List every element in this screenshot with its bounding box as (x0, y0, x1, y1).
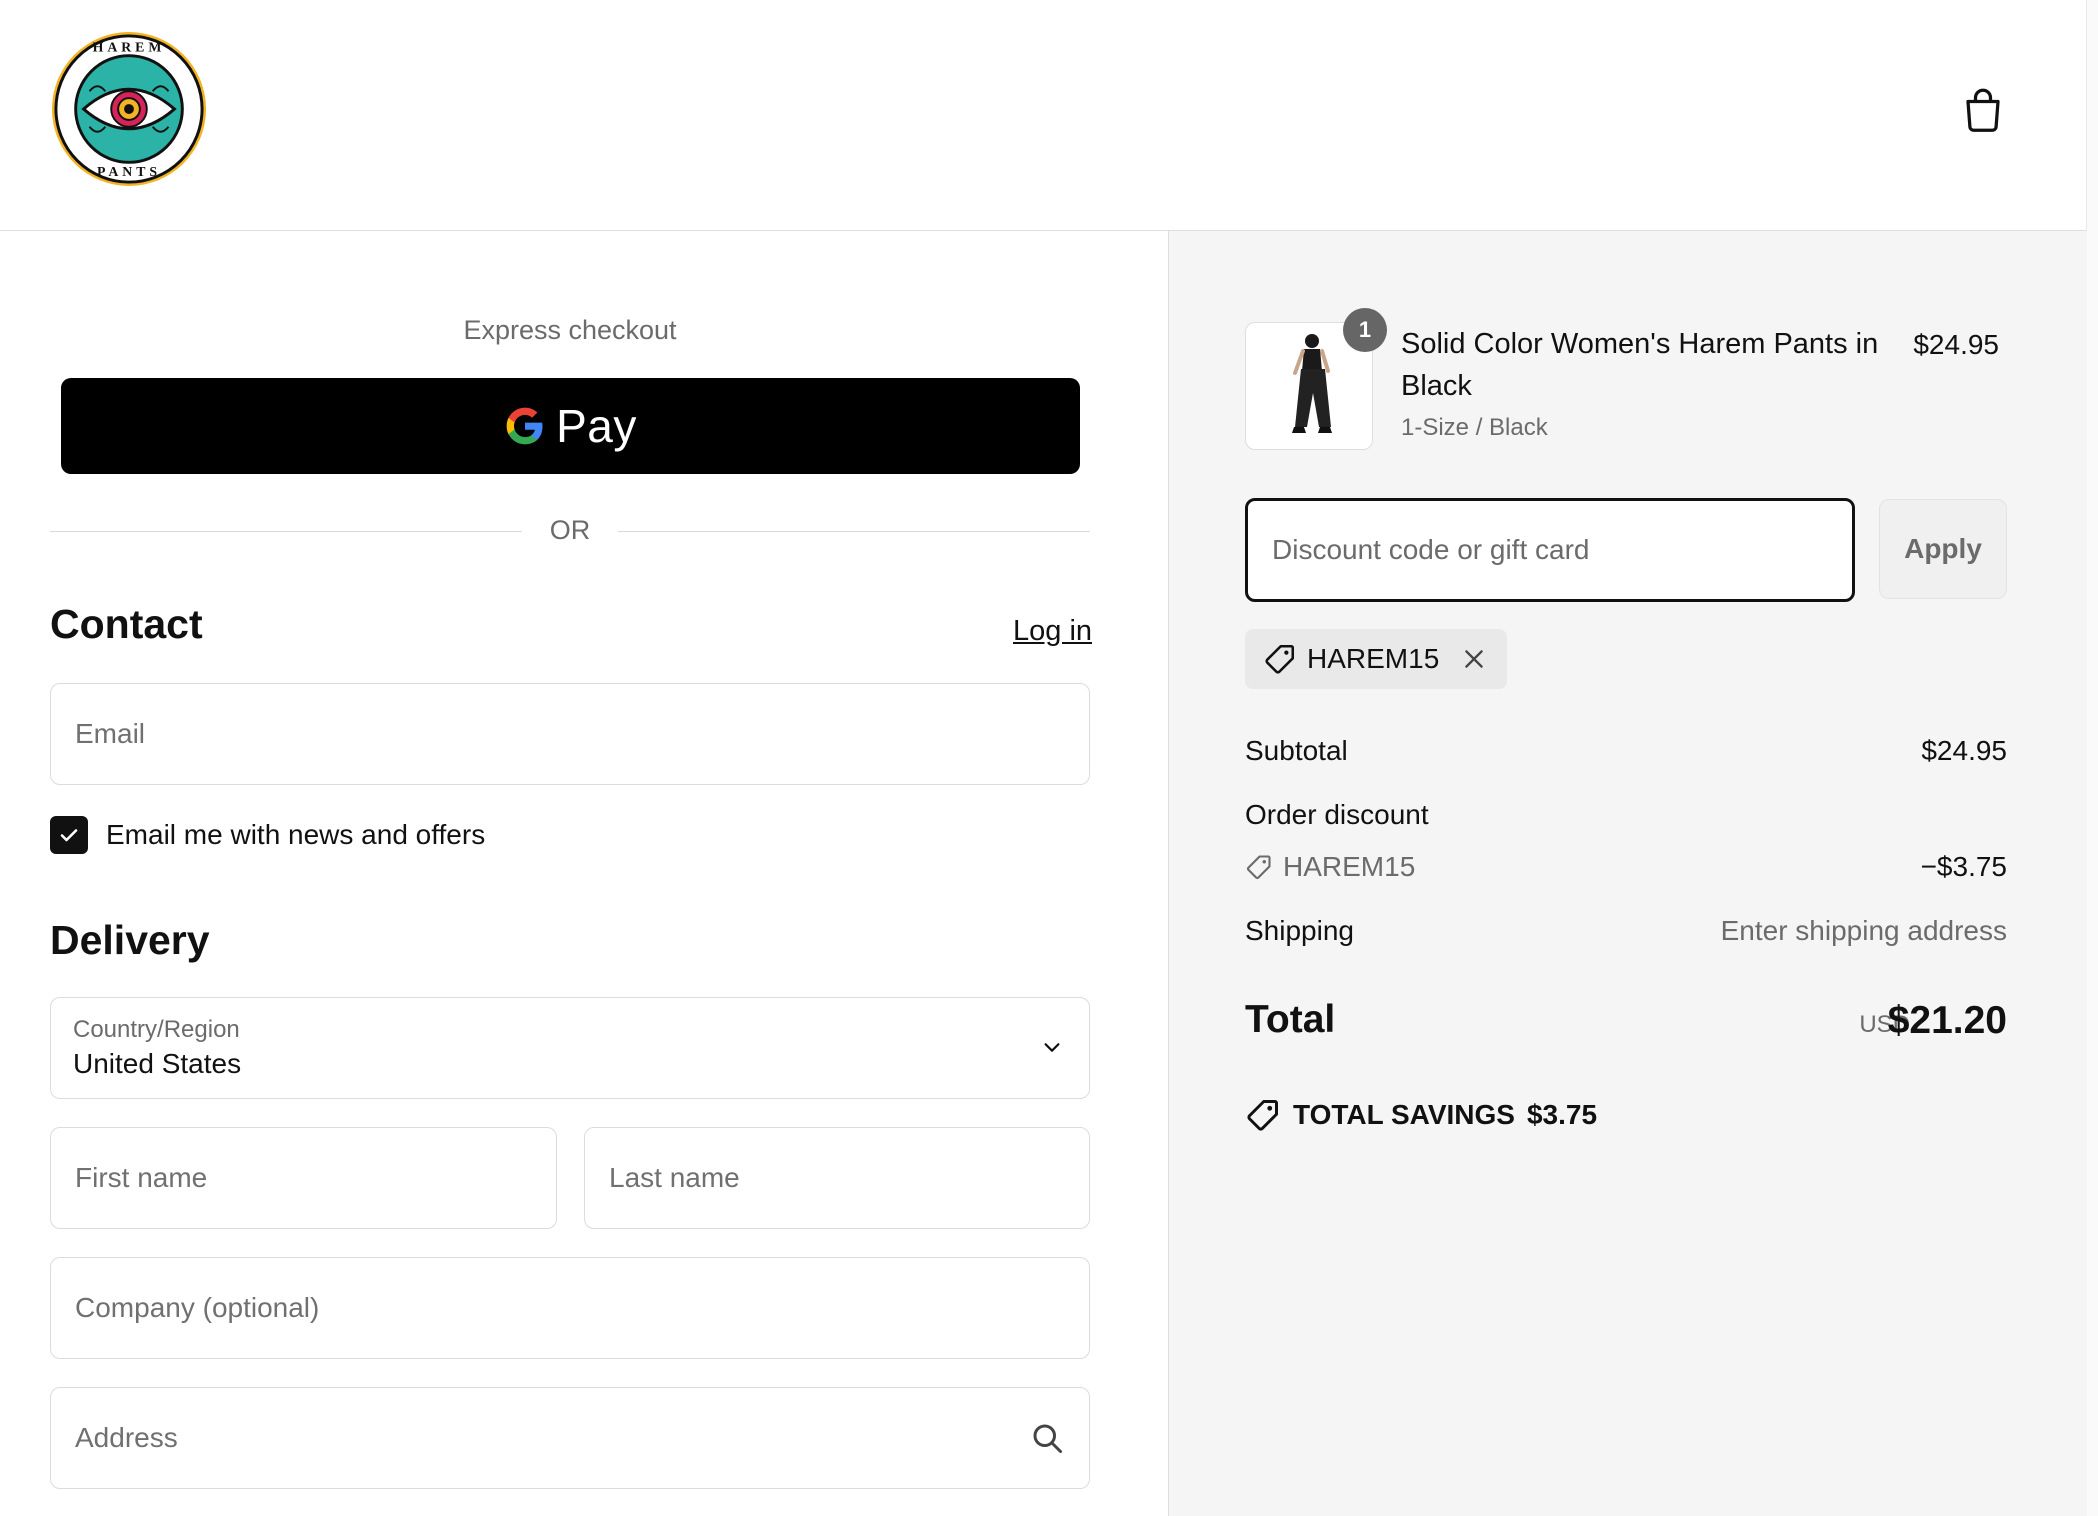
order-discount-row: Order discount (1245, 799, 2007, 839)
discount-code-text: HAREM15 (1283, 851, 1416, 882)
total-value: $21.20 (1887, 999, 2007, 1042)
quantity-badge: 1 (1343, 308, 1387, 352)
newsletter-checkbox[interactable] (50, 816, 88, 854)
harem-pants-logo[interactable]: HAREM PANTS (50, 30, 208, 188)
site-header: HAREM PANTS (0, 0, 2086, 231)
google-pay-label: Pay (556, 400, 637, 452)
order-summary-column: Solid Color Women's Harem Pants in Black… (1168, 231, 2087, 1516)
google-g-icon (506, 407, 543, 445)
checkmark-icon (60, 829, 78, 842)
country-select[interactable]: Country/Region United States (50, 997, 1090, 1099)
total-savings: TOTAL SAVINGS $3.75 (1245, 1097, 1597, 1133)
login-link[interactable]: Log in (1013, 615, 1092, 648)
checkout-form-column: Express checkout Pay OR Contact Log in E… (0, 231, 1167, 1516)
google-pay-button[interactable]: Pay (61, 378, 1080, 474)
product-name: Solid Color Women's Harem Pants in Black (1401, 328, 1879, 402)
discount-code-row: HAREM15 −$3.75 (1245, 851, 2007, 891)
delivery-heading: Delivery (50, 917, 210, 963)
savings-value: $3.75 (1526, 1099, 1598, 1130)
express-checkout-title: Express checkout (463, 315, 677, 345)
product-price: $24.95 (1913, 329, 1999, 360)
search-icon[interactable] (1029, 1420, 1065, 1456)
chevron-down-icon (1044, 1043, 1060, 1052)
discount-field[interactable] (1245, 498, 1855, 602)
page-scrollbar[interactable] (2086, 0, 2098, 1516)
shopping-bag-icon[interactable] (1958, 84, 2008, 134)
discount-value: −$3.75 (1920, 851, 2007, 882)
tag-icon (1265, 644, 1295, 674)
svg-text:HAREM: HAREM (93, 40, 166, 55)
last-name-input[interactable] (607, 1128, 1067, 1228)
last-name-field[interactable] (584, 1127, 1090, 1229)
shipping-value: Enter shipping address (1720, 915, 2007, 946)
product-variant: 1-Size / Black (1401, 414, 1548, 441)
svg-text:PANTS: PANTS (97, 164, 161, 179)
newsletter-option[interactable]: Email me with news and offers (50, 815, 485, 855)
address-input[interactable] (73, 1388, 1067, 1488)
savings-label: TOTAL SAVINGS (1293, 1099, 1515, 1130)
newsletter-label: Email me with news and offers (106, 819, 486, 850)
company-field[interactable] (50, 1257, 1090, 1359)
address-field[interactable] (50, 1387, 1090, 1489)
or-divider: OR (50, 511, 1090, 551)
tag-icon (1247, 855, 1271, 879)
order-discount-label: Order discount (1245, 799, 1429, 830)
first-name-field[interactable] (50, 1127, 557, 1229)
country-label: Country/Region (73, 1016, 240, 1043)
email-input[interactable] (73, 684, 1067, 784)
contact-heading: Contact (50, 601, 203, 647)
applied-code-text: HAREM15 (1307, 643, 1440, 674)
first-name-input[interactable] (73, 1128, 534, 1228)
subtotal-label: Subtotal (1245, 735, 1348, 766)
total-label: Total (1245, 998, 1336, 1041)
close-icon[interactable] (1461, 646, 1487, 672)
company-input[interactable] (73, 1258, 1067, 1358)
savings-tag-icon (1247, 1100, 1278, 1131)
country-value: United States (73, 1048, 242, 1079)
or-label: OR (549, 515, 591, 545)
subtotal-value: $24.95 (1921, 735, 2007, 766)
email-field[interactable] (50, 683, 1090, 785)
discount-code-group: HAREM15 (1245, 851, 1415, 883)
subtotal-row: Subtotal $24.95 (1245, 735, 2007, 775)
shipping-row: Shipping Enter shipping address (1245, 915, 2007, 955)
discount-input[interactable] (1270, 501, 1832, 599)
apply-discount-button[interactable]: Apply (1879, 499, 2007, 599)
shipping-label: Shipping (1245, 915, 1354, 946)
applied-discount-chip: HAREM15 (1245, 629, 1507, 689)
